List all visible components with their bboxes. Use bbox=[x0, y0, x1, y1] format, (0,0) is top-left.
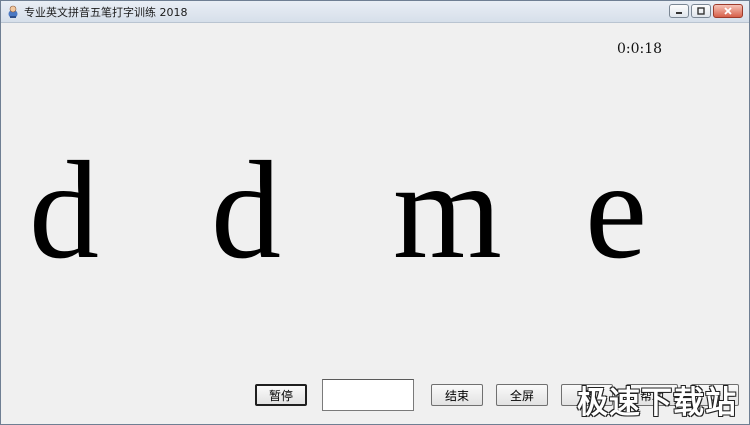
fullscreen-button[interactable]: 全屏 bbox=[496, 384, 548, 406]
end-button[interactable]: 结束 bbox=[431, 384, 483, 406]
close-button[interactable] bbox=[713, 4, 743, 18]
practice-letter: d bbox=[29, 133, 99, 288]
minimize-icon bbox=[676, 12, 682, 14]
maximize-icon bbox=[697, 7, 705, 15]
close-icon bbox=[724, 7, 732, 15]
pause-button[interactable]: 暂停 bbox=[255, 384, 307, 406]
elapsed-timer: 0:0:18 bbox=[617, 41, 663, 57]
app-window: 专业英文拼音五笔打字训练 2018 0:0:18 d d m e 暂停 结束 全… bbox=[0, 0, 750, 425]
maximize-button[interactable] bbox=[691, 4, 711, 18]
app-icon bbox=[6, 4, 20, 18]
typing-input[interactable] bbox=[322, 379, 414, 411]
practice-letter: e bbox=[585, 133, 648, 288]
watermark: 极速下载站 bbox=[577, 385, 737, 421]
window-title: 专业英文拼音五笔打字训练 2018 bbox=[24, 6, 188, 19]
minimize-button[interactable] bbox=[669, 4, 689, 18]
practice-letter: d bbox=[211, 133, 281, 288]
title-bar[interactable]: 专业英文拼音五笔打字训练 2018 bbox=[1, 1, 749, 23]
practice-letter: m bbox=[393, 133, 502, 288]
